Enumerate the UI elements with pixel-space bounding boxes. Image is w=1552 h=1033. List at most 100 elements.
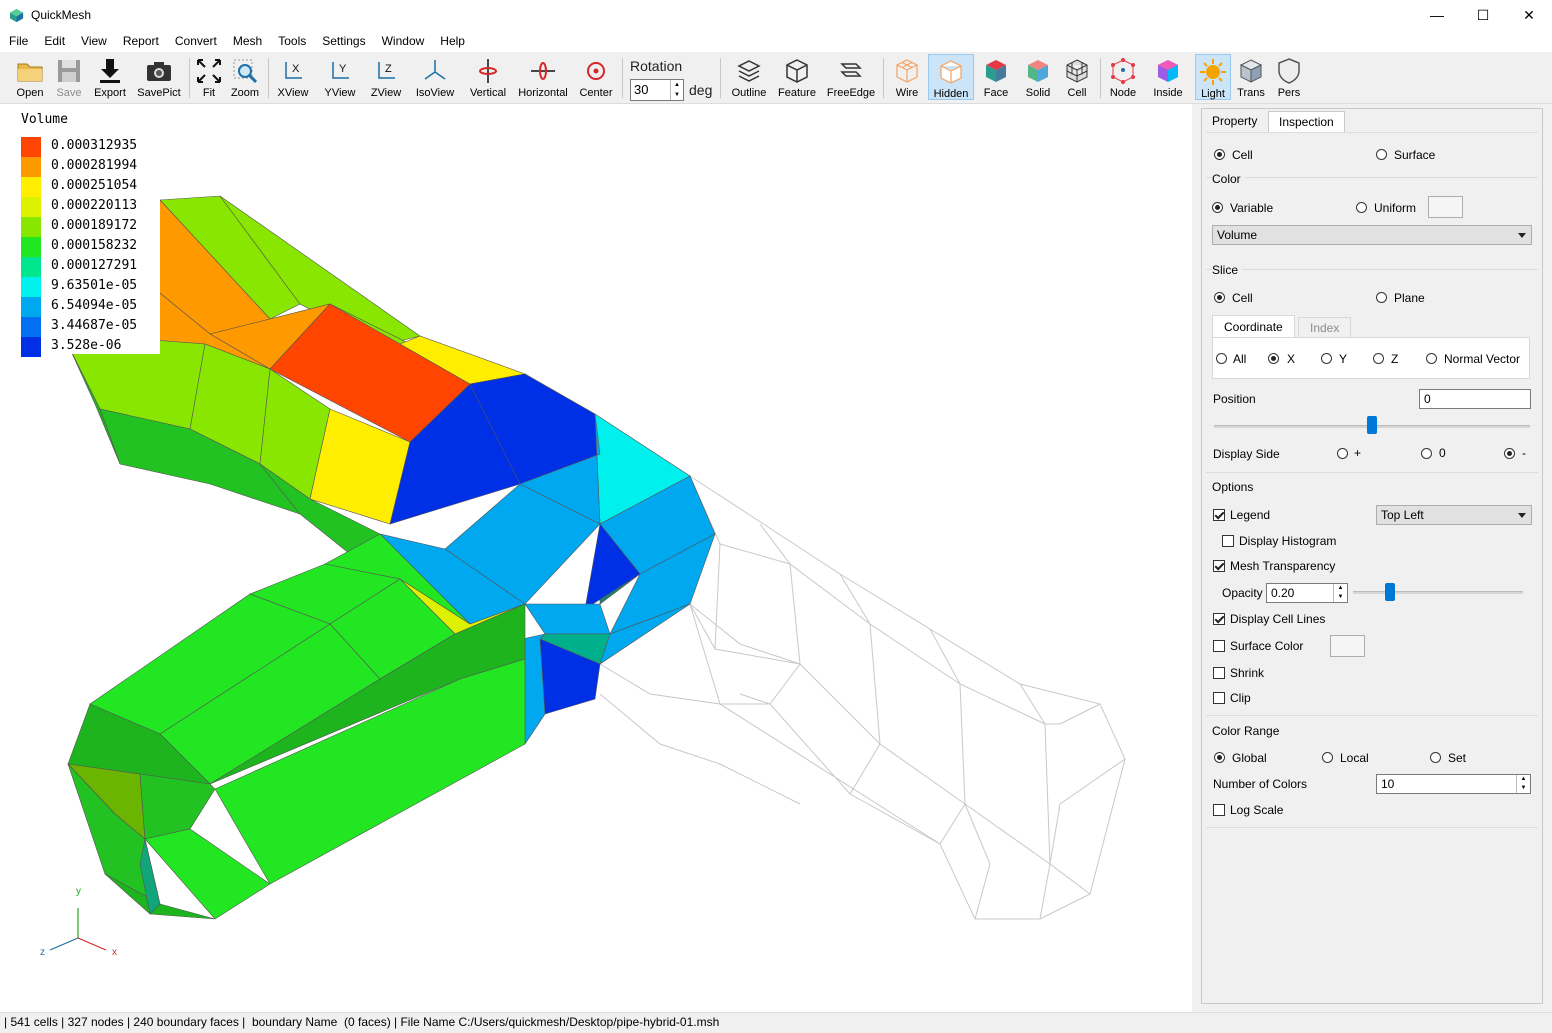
range-global-radio[interactable]: [1214, 752, 1225, 763]
menu-settings[interactable]: Settings: [314, 31, 373, 52]
menu-edit[interactable]: Edit: [36, 31, 73, 52]
rotation-spinner[interactable]: ▲ ▼: [670, 80, 683, 100]
surface-color-checkbox[interactable]: [1213, 640, 1225, 652]
inside-button[interactable]: Inside: [1148, 54, 1188, 100]
legend-position-select[interactable]: Top Left: [1376, 505, 1532, 525]
menu-window[interactable]: Window: [374, 31, 433, 52]
freeedge-button[interactable]: FreeEdge: [825, 54, 877, 100]
mode-surface-radio[interactable]: [1376, 149, 1387, 160]
num-colors-spinner[interactable]: ▲ ▼: [1516, 775, 1530, 793]
chevron-down-icon: [1518, 233, 1526, 238]
side-plus-radio[interactable]: [1337, 448, 1348, 459]
opacity-spinner[interactable]: ▲ ▼: [1333, 584, 1347, 602]
cell-button[interactable]: Cell: [1060, 54, 1094, 100]
color-uniform-radio[interactable]: [1356, 202, 1367, 213]
mode-cell-radio[interactable]: [1214, 149, 1225, 160]
viewport-splitter[interactable]: [1192, 104, 1200, 1012]
legend-value: 3.528e-06: [51, 338, 122, 353]
menu-help[interactable]: Help: [432, 31, 473, 52]
cell-lines-checkbox[interactable]: [1213, 613, 1225, 625]
opacity-slider-track[interactable]: [1353, 591, 1523, 594]
vertical-rotate-button[interactable]: Vertical: [466, 54, 510, 100]
slice-cell-radio[interactable]: [1214, 292, 1225, 303]
axis-normal-radio[interactable]: [1426, 353, 1437, 364]
menu-view[interactable]: View: [73, 31, 115, 52]
export-button[interactable]: Export: [90, 54, 130, 100]
tab-inspection[interactable]: Inspection: [1268, 111, 1345, 132]
center-button[interactable]: Center: [576, 54, 616, 100]
vertical-rotation-icon: [479, 59, 497, 83]
status-bar: | 541 cells | 327 nodes | 240 boundary f…: [0, 1012, 1552, 1033]
log-scale-checkbox[interactable]: [1213, 804, 1225, 816]
feature-button[interactable]: Feature: [775, 54, 819, 100]
maximize-button[interactable]: ☐: [1460, 0, 1506, 31]
menu-convert[interactable]: Convert: [167, 31, 225, 52]
variable-select[interactable]: Volume: [1212, 225, 1532, 245]
coordinate-panel: All X Y Z Normal Vector: [1212, 337, 1530, 379]
axis-all-radio[interactable]: [1216, 353, 1227, 364]
xview-button[interactable]: X XView: [274, 54, 312, 100]
window-title: QuickMesh: [31, 8, 92, 22]
clip-checkbox[interactable]: [1213, 692, 1225, 704]
magnifier-icon: [233, 59, 258, 84]
menu-report[interactable]: Report: [115, 31, 167, 52]
position-slider-thumb[interactable]: [1367, 416, 1377, 434]
wire-button[interactable]: Wire: [889, 54, 925, 100]
node-button[interactable]: Node: [1105, 54, 1141, 100]
slice-plane-radio[interactable]: [1376, 292, 1387, 303]
axis-z-radio[interactable]: [1373, 353, 1384, 364]
rotation-input[interactable]: 30 ▲ ▼: [630, 79, 684, 101]
mesh-viewport[interactable]: Volume 0.000312935 0.000281994 0.0002510…: [0, 104, 1192, 1012]
tab-coordinate[interactable]: Coordinate: [1212, 315, 1295, 337]
pers-button[interactable]: Pers: [1272, 54, 1306, 100]
axis-x-label: x: [112, 947, 117, 958]
open-button[interactable]: Open: [12, 54, 48, 100]
zoom-button[interactable]: Zoom: [228, 54, 262, 100]
axis-y-radio[interactable]: [1321, 353, 1332, 364]
surface-color-button[interactable]: [1330, 635, 1365, 657]
menu-tools[interactable]: Tools: [270, 31, 314, 52]
solid-button[interactable]: Solid: [1020, 54, 1056, 100]
opacity-input[interactable]: 0.20 ▲ ▼: [1266, 583, 1348, 603]
histogram-checkbox[interactable]: [1222, 535, 1234, 547]
position-input[interactable]: 0: [1419, 389, 1531, 409]
side-minus-radio[interactable]: [1504, 448, 1515, 459]
menu-file[interactable]: File: [0, 31, 36, 52]
hidden-button[interactable]: Hidden: [928, 54, 974, 100]
legend-entry: 0.000220113: [18, 196, 160, 217]
tab-index[interactable]: Index: [1298, 317, 1352, 337]
legend-entry: 9.63501e-05: [18, 276, 160, 297]
zview-button[interactable]: Z ZView: [366, 54, 406, 100]
face-button[interactable]: Face: [978, 54, 1014, 100]
savepict-button[interactable]: SavePict: [136, 54, 182, 100]
range-local-radio[interactable]: [1322, 752, 1333, 763]
opacity-slider-thumb[interactable]: [1385, 583, 1395, 601]
legend-value: 0.000281994: [51, 158, 138, 173]
yview-button[interactable]: Y YView: [320, 54, 360, 100]
menu-mesh[interactable]: Mesh: [225, 31, 270, 52]
mesh-render: [67, 195, 1126, 920]
isoview-button[interactable]: IsoView: [412, 54, 458, 100]
range-set-radio[interactable]: [1430, 752, 1441, 763]
color-section-title: Color: [1212, 172, 1245, 186]
minimize-button[interactable]: —: [1414, 0, 1460, 31]
side-zero-radio[interactable]: [1421, 448, 1432, 459]
uniform-color-button[interactable]: [1428, 196, 1463, 218]
transparency-checkbox[interactable]: [1213, 560, 1225, 572]
save-button[interactable]: Save: [51, 54, 87, 100]
fit-button[interactable]: Fit: [193, 54, 225, 100]
legend-checkbox[interactable]: [1213, 509, 1225, 521]
axis-z-label: Z: [1391, 352, 1399, 366]
shrink-checkbox[interactable]: [1213, 667, 1225, 679]
trans-button[interactable]: Trans: [1234, 54, 1268, 100]
axis-x-radio[interactable]: [1268, 353, 1279, 364]
legend-swatch: [21, 277, 41, 297]
pers-label: Pers: [1277, 87, 1301, 99]
outline-button[interactable]: Outline: [729, 54, 769, 100]
color-variable-radio[interactable]: [1212, 202, 1223, 213]
horizontal-rotate-button[interactable]: Horizontal: [516, 54, 570, 100]
close-button[interactable]: ✕: [1506, 0, 1552, 31]
num-colors-input[interactable]: 10 ▲ ▼: [1376, 774, 1531, 794]
tab-property[interactable]: Property: [1202, 111, 1268, 132]
light-button[interactable]: Light: [1195, 54, 1231, 100]
